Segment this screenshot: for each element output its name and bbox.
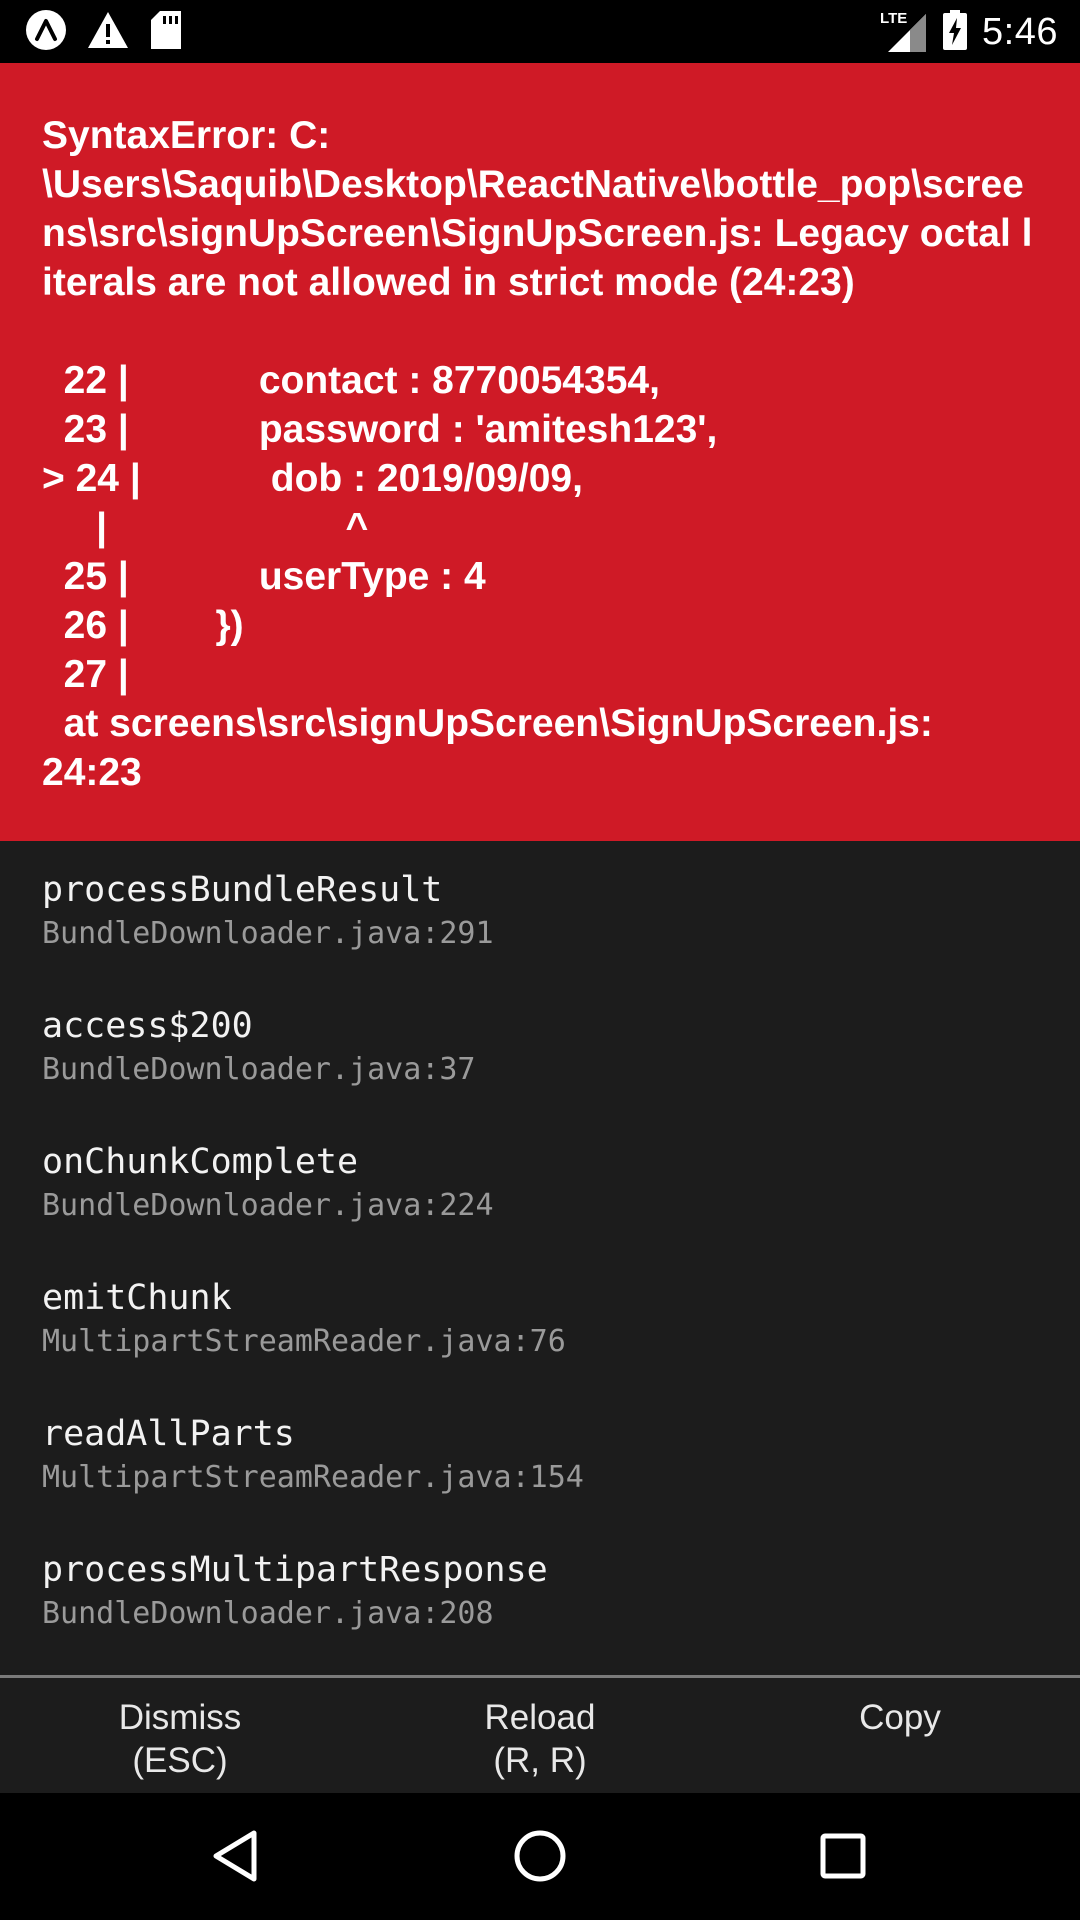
sd-card-icon [148, 8, 184, 57]
status-left-icons [24, 8, 184, 57]
dismiss-shortcut: (ESC) [132, 1741, 228, 1780]
reload-button[interactable]: Reload (R, R) [360, 1678, 720, 1793]
stack-frame-method: readAllParts [42, 1414, 295, 1454]
status-right-icons: LTE 5:46 [880, 6, 1058, 58]
error-message: SyntaxError: C: \Users\Saquib\Desktop\Re… [42, 114, 1033, 304]
stack-frame[interactable]: onChunkComplete BundleDownloader.java:22… [42, 1139, 1038, 1275]
home-icon [507, 1830, 573, 1893]
stack-frame-file: BundleDownloader.java:208 [42, 1596, 494, 1631]
error-location: at screens\src\signUpScreen\SignUpScreen… [42, 702, 933, 794]
copy-label: Copy [859, 1698, 941, 1737]
code-frame: 22 | contact : 8770054354, 23 | password… [42, 356, 1038, 699]
stack-frame-file: BundleDownloader.java:224 [42, 1188, 494, 1223]
code-line: 27 | [42, 653, 129, 696]
code-line: 23 | password : 'amitesh123', [42, 408, 718, 451]
stack-frame-method: onChunkComplete [42, 1142, 359, 1182]
stack-frame[interactable]: emitChunk MultipartStreamReader.java:76 [42, 1275, 1038, 1411]
reload-label: Reload [484, 1698, 596, 1737]
stack-trace-list[interactable]: processBundleResult BundleDownloader.jav… [0, 841, 1080, 1675]
stack-frame[interactable]: readAllParts MultipartStreamReader.java:… [42, 1411, 1038, 1547]
stack-frame-method: processBundleResult [42, 870, 443, 910]
stack-frame-file: MultipartStreamReader.java:154 [42, 1460, 584, 1495]
recents-button[interactable] [810, 1823, 876, 1889]
copy-button[interactable]: Copy [720, 1678, 1080, 1793]
stack-frame-method: emitChunk [42, 1278, 232, 1318]
expo-icon [24, 8, 68, 57]
code-line-highlighted: > 24 | dob : 2019/09/09, [42, 457, 583, 500]
back-icon [204, 1830, 270, 1893]
stack-frame-method: access$200 [42, 1006, 253, 1046]
code-caret-line: | ^ [42, 506, 369, 549]
stack-frame[interactable]: access$200 BundleDownloader.java:37 [42, 1003, 1038, 1139]
status-bar: LTE 5:46 [0, 0, 1080, 63]
lte-signal-icon: LTE [880, 10, 928, 54]
status-time: 5:46 [982, 10, 1058, 53]
stack-frame-file: BundleDownloader.java:37 [42, 1052, 476, 1087]
stack-frame[interactable]: processBundleResult BundleDownloader.jav… [42, 867, 1038, 1003]
code-line: 25 | userType : 4 [42, 555, 486, 598]
dismiss-label: Dismiss [118, 1698, 242, 1737]
code-line: 22 | contact : 8770054354, [42, 359, 660, 402]
recents-icon [810, 1833, 876, 1893]
stack-frame[interactable]: processMultipartResponse BundleDownloade… [42, 1547, 1038, 1683]
error-header: SyntaxError: C: \Users\Saquib\Desktop\Re… [0, 63, 1080, 841]
home-button[interactable] [507, 1823, 573, 1889]
warning-icon [86, 8, 130, 57]
stack-frame-file: BundleDownloader.java:291 [42, 916, 494, 951]
stack-frame-method: processMultipartResponse [42, 1550, 548, 1590]
code-line: 26 | }) [42, 604, 244, 647]
redbox-buttons: Dismiss (ESC) Reload (R, R) Copy [0, 1675, 1080, 1793]
battery-charging-icon [942, 8, 968, 57]
stack-frame-file: MultipartStreamReader.java:76 [42, 1324, 566, 1359]
back-button[interactable] [204, 1823, 270, 1889]
network-type-label: LTE [880, 10, 908, 27]
redbox-screen: LTE 5:46 SyntaxError: C: \Users\Saquib\D… [0, 0, 1080, 1920]
reload-shortcut: (R, R) [493, 1741, 587, 1780]
navigation-bar [0, 1793, 1080, 1920]
dismiss-button[interactable]: Dismiss (ESC) [0, 1678, 360, 1793]
